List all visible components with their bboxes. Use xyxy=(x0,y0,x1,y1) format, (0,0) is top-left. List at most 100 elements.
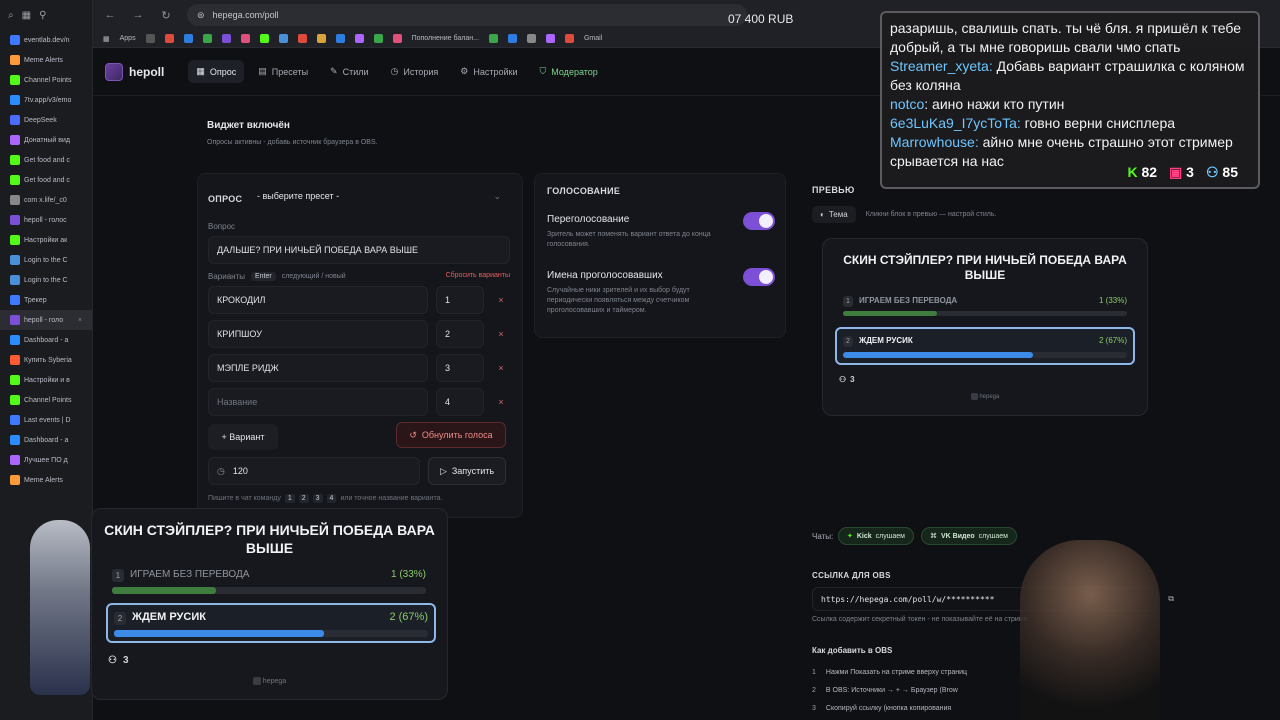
revote-title: Переголосование xyxy=(547,214,630,225)
bookmark-icon[interactable] xyxy=(145,34,155,43)
poll-footer: hepega xyxy=(823,393,1147,400)
back-icon[interactable]: ← xyxy=(103,9,117,21)
chat-message: разаришь, свалишь спать. ты чё бля. я пр… xyxy=(890,19,1250,57)
reset-votes-label: Обнулить голоса xyxy=(421,430,493,440)
browser-tab[interactable]: DeepSeek xyxy=(0,110,92,130)
bookmark-icon[interactable] xyxy=(392,34,402,43)
preset-select[interactable]: - выберите пресет - ⌄ xyxy=(248,184,510,208)
forward-icon[interactable]: → xyxy=(131,9,145,21)
tab-favicon-icon xyxy=(10,475,20,485)
option-number-4[interactable]: 4 xyxy=(436,388,484,416)
browser-tab[interactable]: Get food and c xyxy=(0,150,92,170)
apps-bookmark[interactable]: Apps xyxy=(120,35,136,42)
vk-chat-chip[interactable]: ⌘ VK Видео слушаем xyxy=(921,527,1017,545)
timer-input[interactable]: ◷ 120 xyxy=(208,457,420,485)
browser-tab[interactable]: Channel Points xyxy=(0,390,92,410)
close-tab-icon[interactable]: × xyxy=(78,317,82,324)
obs-step: 2 В OBS: Источники → + → Браузер (Brow xyxy=(812,682,967,700)
copy-icon[interactable]: ⧉ xyxy=(1168,594,1174,604)
browser-tab[interactable]: Трекер xyxy=(0,290,92,310)
browser-tab[interactable]: hepoll - голос xyxy=(0,210,92,230)
new-option-input[interactable]: Название xyxy=(208,388,428,416)
browser-tab[interactable]: Dashboard - a xyxy=(0,330,92,350)
start-button[interactable]: ▷ Запустить xyxy=(428,457,506,485)
add-variant-button[interactable]: + Вариант xyxy=(208,424,278,450)
nav-poll[interactable]: ▦ Опрос xyxy=(188,60,245,83)
bookmark-icon[interactable] xyxy=(335,34,345,43)
bookmark-icon[interactable] xyxy=(354,34,364,43)
bookmark-icon[interactable] xyxy=(507,34,517,43)
apps-grid-icon[interactable]: ▦ xyxy=(103,35,110,43)
bookmark-icon[interactable] xyxy=(240,34,250,43)
site-info-icon[interactable]: ⊜ xyxy=(197,10,205,21)
browser-tab[interactable]: Настройки и в xyxy=(0,370,92,390)
preview-option-2[interactable]: 2 ЖДЕМ РУСИК 2 (67%) xyxy=(835,327,1135,365)
delete-option-icon[interactable]: × xyxy=(492,388,510,416)
browser-tab[interactable]: Last events | D xyxy=(0,410,92,430)
option-input-1[interactable]: КРОКОДИЛ xyxy=(208,286,428,314)
browser-tab[interactable]: Meme Alerts xyxy=(0,50,92,70)
option-number-2[interactable]: 2 xyxy=(436,320,484,348)
delete-option-icon[interactable]: × xyxy=(492,320,510,348)
nav-moderator[interactable]: ⛉ Модератор xyxy=(532,60,606,83)
option-input-2[interactable]: КРИПШОУ xyxy=(208,320,428,348)
reset-votes-button[interactable]: ↺ Обнулить голоса xyxy=(396,422,506,448)
bookmark-icon[interactable] xyxy=(526,34,536,43)
delete-option-icon[interactable]: × xyxy=(492,354,510,382)
bookmark-icon[interactable] xyxy=(278,34,288,43)
bookmark-icon[interactable] xyxy=(202,34,212,43)
browser-tab[interactable]: eventlab.dev/n xyxy=(0,30,92,50)
browser-tab[interactable]: 7tv.app/v3/emo xyxy=(0,90,92,110)
bookmark-icon[interactable] xyxy=(373,34,383,43)
reset-variants-link[interactable]: Сбросить варианты xyxy=(446,272,510,279)
browser-tab[interactable]: Meme Alerts xyxy=(0,470,92,490)
browser-tab[interactable]: Dashboard - a xyxy=(0,430,92,450)
bookmark-icon[interactable] xyxy=(164,34,174,43)
option-number-3[interactable]: 3 xyxy=(436,354,484,382)
bookmark-icon[interactable] xyxy=(545,34,555,43)
gmail-icon[interactable] xyxy=(564,34,574,43)
nav-label: Опрос xyxy=(209,66,237,77)
preview-option-1[interactable]: 1 ИГРАЕМ БЕЗ ПЕРЕВОДА 1 (33%) xyxy=(835,293,1135,323)
browser-tab[interactable]: Get food and c xyxy=(0,170,92,190)
kick-chat-chip[interactable]: ✦ Kick слушаем xyxy=(838,527,914,545)
bookmark-icon[interactable] xyxy=(183,34,193,43)
delete-option-icon[interactable]: × xyxy=(492,286,510,314)
address-bar[interactable]: ⊜ hepega.com/poll xyxy=(187,4,747,26)
browser-tab[interactable]: Login to the C xyxy=(0,250,92,270)
theme-button[interactable]: ◐ Тема xyxy=(812,206,856,223)
browser-tab[interactable]: com x.life/_c0 xyxy=(0,190,92,210)
browser-tab[interactable]: Донатный вид xyxy=(0,130,92,150)
option-number-1[interactable]: 1 xyxy=(436,286,484,314)
tab-grid-icon[interactable]: ▦ xyxy=(22,10,31,21)
bookmark-icon[interactable] xyxy=(488,34,498,43)
brand-logo[interactable]: hepoll xyxy=(105,62,164,81)
bookmark-icon[interactable] xyxy=(259,34,269,43)
reload-icon[interactable]: ↻ xyxy=(159,9,173,22)
browser-tab[interactable]: Купить Syberia xyxy=(0,350,92,370)
stream-voters-count: ⚇ 3 xyxy=(108,655,129,666)
option-input-3[interactable]: МЭПЛЕ РИДЖ xyxy=(208,354,428,382)
nav-history[interactable]: ◷ История xyxy=(383,60,447,83)
browser-tab[interactable]: hepoll - голо × xyxy=(0,310,92,330)
browser-tab[interactable]: Настройки ак xyxy=(0,230,92,250)
voter-names-toggle[interactable] xyxy=(743,268,775,286)
tab-search-icon[interactable]: ⌕ xyxy=(8,10,14,21)
nav-presets[interactable]: ▤ Пресеты xyxy=(250,60,316,83)
tab-search-alt-icon[interactable]: ⚲ xyxy=(39,10,46,21)
revote-toggle[interactable] xyxy=(743,212,775,230)
option-number: 1 xyxy=(445,295,451,305)
question-input[interactable]: ДАЛЬШЕ? ПРИ НИЧЬЕЙ ПОБЕДА ВАРА ВЫШЕ xyxy=(208,236,510,264)
bookmark-icon[interactable] xyxy=(316,34,326,43)
option-bar-fill xyxy=(843,311,937,316)
poll-preview[interactable]: СКИН СТЭЙПЛЕР? ПРИ НИЧЬЕЙ ПОБЕДА ВАРА ВЫ… xyxy=(822,238,1148,416)
browser-tab[interactable]: Channel Points xyxy=(0,70,92,90)
bookmark-gmail[interactable]: Gmail xyxy=(584,35,602,42)
browser-tab[interactable]: Login to the C xyxy=(0,270,92,290)
bookmark-topup[interactable]: Пополнение балан... xyxy=(412,35,479,42)
bookmark-icon[interactable] xyxy=(297,34,307,43)
browser-tab[interactable]: Лучшее ПО д xyxy=(0,450,92,470)
bookmark-icon[interactable] xyxy=(221,34,231,43)
nav-settings[interactable]: ⚙ Настройки xyxy=(452,60,525,83)
nav-styles[interactable]: ✎ Стили xyxy=(322,60,376,83)
